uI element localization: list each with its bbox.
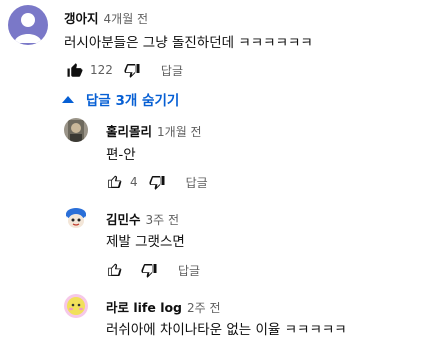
author-name[interactable]: 홀리몰리: [106, 124, 152, 139]
reply-avatar[interactable]: [64, 118, 88, 142]
comment-time[interactable]: 4개월 전: [104, 12, 149, 26]
reply-time[interactable]: 2주 전: [187, 301, 221, 315]
author-name[interactable]: 라로 life log: [106, 300, 182, 315]
like-button[interactable]: [104, 171, 126, 193]
hide-replies-label: 답글 3개 숨기기: [86, 93, 180, 109]
like-count: 122: [90, 63, 113, 77]
reply-actions: 4 답글: [104, 171, 208, 193]
hide-replies-button[interactable]: 답글 3개 숨기기: [60, 88, 179, 110]
reply-button[interactable]: 답글: [186, 174, 208, 191]
like-button[interactable]: [104, 259, 126, 281]
reply-text: 편-안: [106, 147, 136, 163]
reply-text: 러쉬아에 차이나타운 없는 이율 ㅋㅋㅋㅋㅋ: [106, 322, 347, 338]
chevron-up-icon: [60, 91, 76, 107]
comment-author[interactable]: 갱아지 4개월 전: [64, 8, 148, 27]
like-icon: [67, 63, 83, 77]
like-icon: [108, 263, 122, 276]
like-button[interactable]: [64, 59, 86, 81]
reply-text: 제발 그랫스면: [106, 234, 185, 250]
reply-author[interactable]: 홀리몰리 1개월 전: [106, 121, 202, 140]
dislike-button[interactable]: [138, 259, 160, 281]
reply-button[interactable]: 답글: [178, 262, 200, 279]
dislike-icon: [124, 64, 140, 78]
author-name[interactable]: 갱아지: [64, 11, 99, 26]
reply-author[interactable]: 라로 life log 2주 전: [106, 297, 221, 316]
dislike-icon: [149, 176, 165, 190]
reply-time[interactable]: 1개월 전: [157, 125, 202, 139]
like-icon: [108, 175, 122, 188]
reply-time[interactable]: 3주 전: [146, 213, 180, 227]
avatar[interactable]: [8, 5, 48, 45]
author-name[interactable]: 김민수: [106, 212, 141, 227]
dislike-icon: [141, 264, 157, 278]
comment-text: 러시아분들은 그냥 돌진하던데 ㅋㅋㅋㅋㅋㅋ: [64, 35, 313, 51]
dislike-button[interactable]: [121, 59, 143, 81]
reply-avatar[interactable]: [64, 294, 88, 318]
reply-actions: 답글: [104, 259, 200, 281]
reply-author[interactable]: 김민수 3주 전: [106, 209, 179, 228]
like-count: 4: [130, 175, 138, 189]
dislike-button[interactable]: [146, 171, 168, 193]
comment-actions: 122 답글: [64, 59, 183, 81]
reply-button[interactable]: 답글: [161, 62, 183, 79]
reply-avatar[interactable]: [64, 206, 88, 230]
